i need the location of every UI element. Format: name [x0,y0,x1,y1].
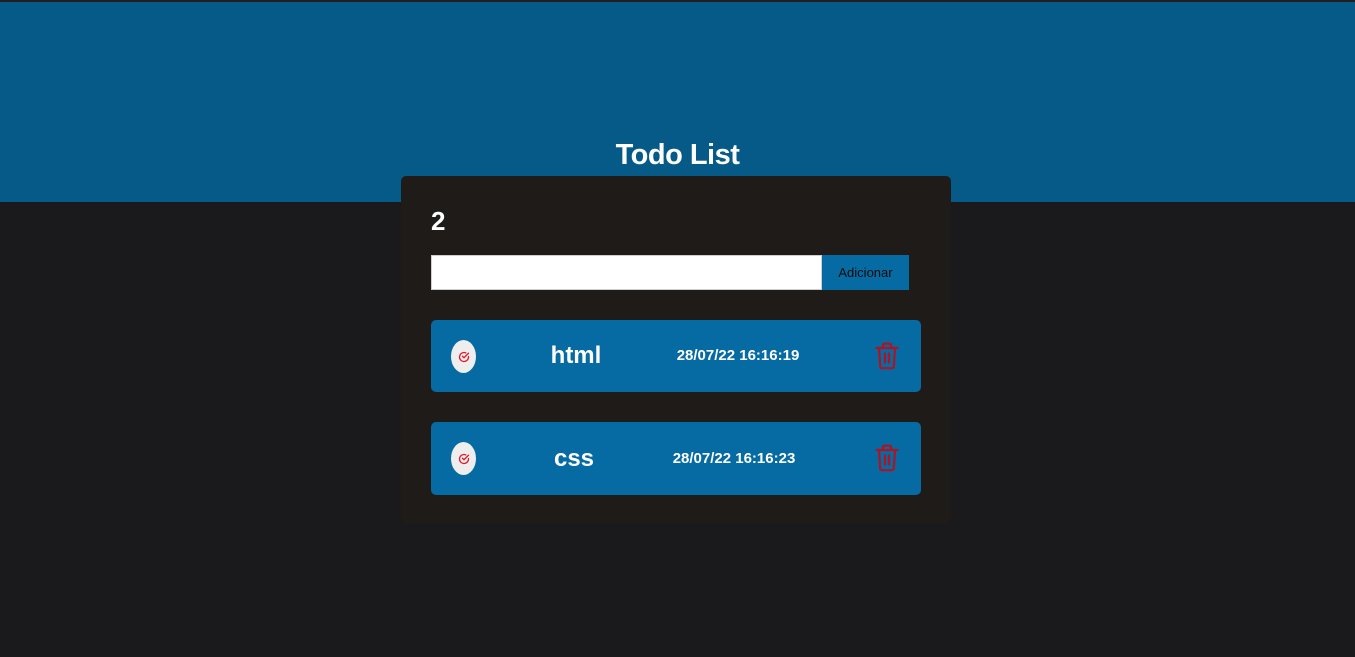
todo-date: 28/07/22 16:16:19 [676,347,800,364]
todo-name: html [550,342,602,369]
todo-item: html 28/07/22 16:16:19 [431,320,921,392]
complete-button[interactable] [451,442,476,475]
delete-button[interactable] [875,444,899,472]
todo-card: 2 Adicionar html 28/07/22 16:16:19 css 2… [401,176,951,524]
add-task-form: Adicionar [431,255,909,290]
trash-icon [875,342,899,370]
check-circle-icon [458,453,469,464]
header-band [0,2,1355,202]
todo-item: css 28/07/22 16:16:23 [431,422,921,495]
trash-icon [875,444,899,472]
task-input[interactable] [431,255,822,290]
task-count: 2 [431,206,446,236]
todo-name: css [553,445,595,472]
add-button[interactable]: Adicionar [822,255,909,290]
page-title: Todo List [615,139,740,171]
todo-date: 28/07/22 16:16:23 [672,450,796,467]
delete-button[interactable] [875,342,899,370]
check-circle-icon [458,351,469,362]
complete-button[interactable] [451,340,476,373]
